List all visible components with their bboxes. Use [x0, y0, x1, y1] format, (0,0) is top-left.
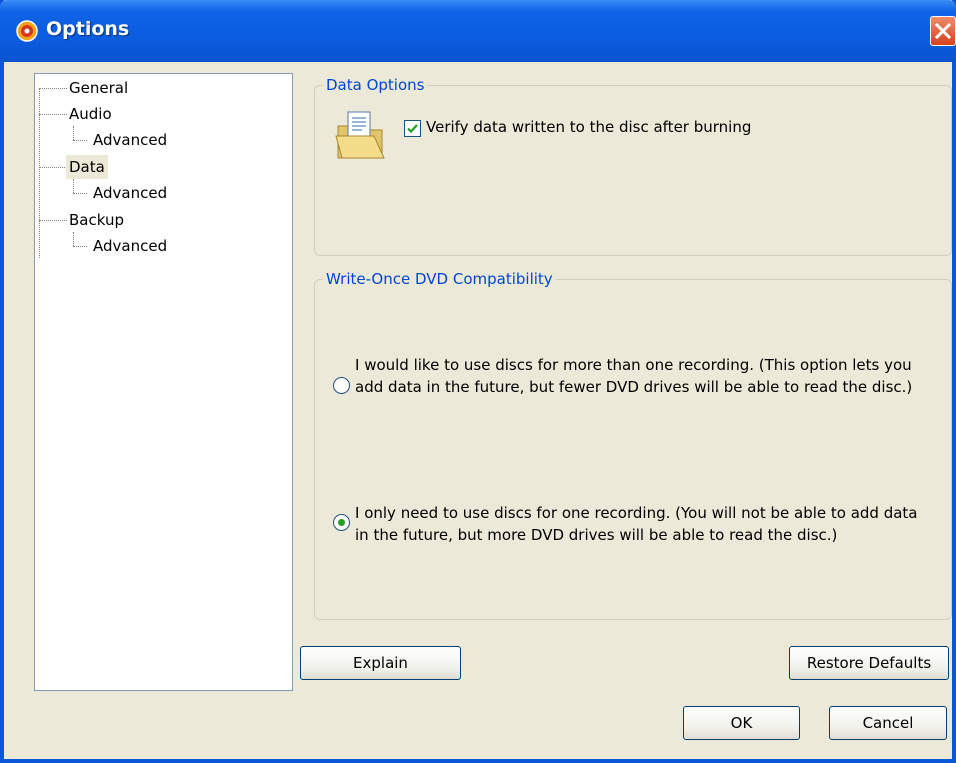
- tree-connector: [73, 232, 74, 246]
- ok-button[interactable]: OK: [683, 706, 800, 740]
- options-dialog: Options General Audio Advanced Data Adva…: [0, 0, 956, 763]
- app-icon: [16, 20, 38, 42]
- single-recording-radio[interactable]: [333, 514, 350, 531]
- close-icon: [935, 23, 951, 39]
- verify-data-label[interactable]: Verify data written to the disc after bu…: [426, 118, 751, 136]
- verify-data-checkbox[interactable]: [404, 120, 421, 137]
- tree-item-data[interactable]: Data: [66, 155, 108, 179]
- checkmark-icon: [407, 124, 418, 134]
- close-button[interactable]: [930, 16, 956, 46]
- options-tree[interactable]: General Audio Advanced Data Advanced Bac…: [34, 73, 293, 691]
- tree-connector: [73, 126, 74, 140]
- single-recording-label[interactable]: I only need to use discs for one recordi…: [355, 502, 935, 546]
- tree-item-backup[interactable]: Backup: [66, 208, 127, 232]
- restore-defaults-button[interactable]: Restore Defaults: [789, 646, 949, 680]
- tree-connector: [73, 193, 87, 194]
- multi-recording-radio[interactable]: [333, 377, 350, 394]
- tree-connector: [39, 114, 67, 115]
- tree-item-audio[interactable]: Audio: [66, 102, 115, 126]
- cancel-button[interactable]: Cancel: [829, 706, 947, 740]
- explain-button[interactable]: Explain: [300, 646, 461, 680]
- tree-item-audio-advanced[interactable]: Advanced: [90, 128, 170, 152]
- multi-recording-label[interactable]: I would like to use discs for more than …: [355, 354, 925, 398]
- tree-item-data-advanced[interactable]: Advanced: [90, 181, 170, 205]
- tree-connector: [73, 140, 87, 141]
- tree-connector: [73, 246, 87, 247]
- data-options-group: Data Options: [314, 76, 952, 256]
- tree-connector: [39, 220, 67, 221]
- dvd-compatibility-legend: Write-Once DVD Compatibility: [326, 270, 553, 288]
- radio-selected-dot: [338, 519, 345, 526]
- dvd-compatibility-group: Write-Once DVD Compatibility: [314, 270, 952, 620]
- tree-connector: [39, 167, 67, 168]
- tree-connector: [73, 179, 74, 193]
- tree-connector: [39, 88, 67, 89]
- tree-item-backup-advanced[interactable]: Advanced: [90, 234, 170, 258]
- data-folder-icon: [335, 111, 385, 159]
- tree-item-general[interactable]: General: [66, 76, 131, 100]
- title-bar[interactable]: Options: [0, 0, 956, 62]
- data-options-legend: Data Options: [326, 76, 425, 94]
- window-title: Options: [46, 18, 130, 40]
